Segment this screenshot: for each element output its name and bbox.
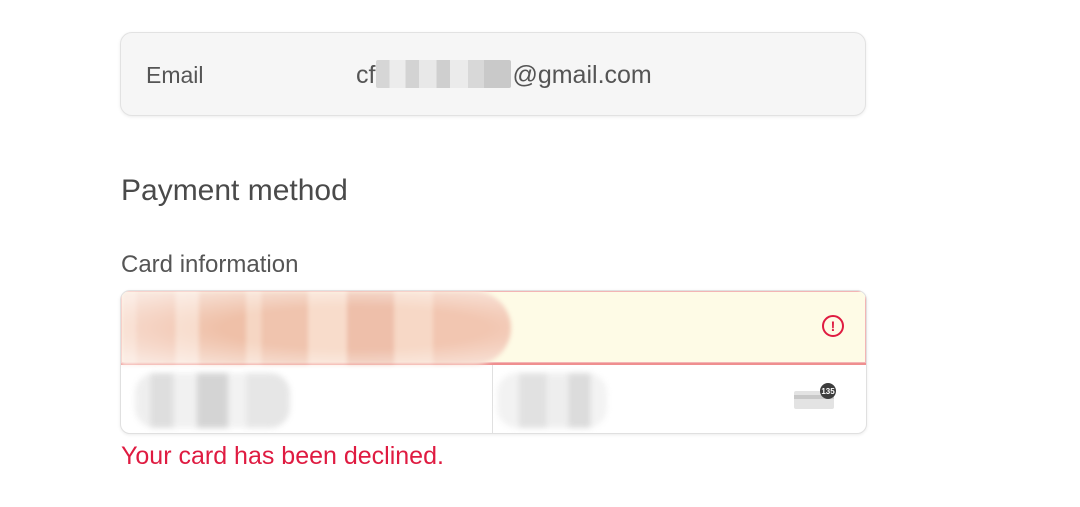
card-error-message: Your card has been declined. <box>121 442 444 470</box>
email-label: Email <box>146 62 204 88</box>
card-information-label: Card information <box>121 251 299 278</box>
email-value-suffix: @gmail.com <box>512 61 652 89</box>
expiry-redaction <box>135 373 290 428</box>
error-circle-icon: ! <box>822 315 844 337</box>
card-number-input[interactable]: ! <box>121 291 866 365</box>
cvc-badge-text: 135 <box>821 387 835 396</box>
cvc-card-icon: 135 <box>794 383 836 409</box>
expiry-input[interactable] <box>121 365 493 433</box>
email-value-prefix: cf <box>356 61 376 89</box>
card-number-redaction <box>121 291 511 365</box>
card-information-group: ! 135 <box>120 290 867 434</box>
cvc-redaction <box>497 373 607 428</box>
email-display: Email cf @gmail.com <box>120 32 866 116</box>
email-redaction <box>376 60 512 88</box>
payment-method-heading: Payment method <box>121 174 348 207</box>
card-bottom-row: 135 <box>121 365 866 433</box>
email-value: cf @gmail.com <box>356 60 652 90</box>
cvc-input[interactable]: 135 <box>493 365 866 433</box>
